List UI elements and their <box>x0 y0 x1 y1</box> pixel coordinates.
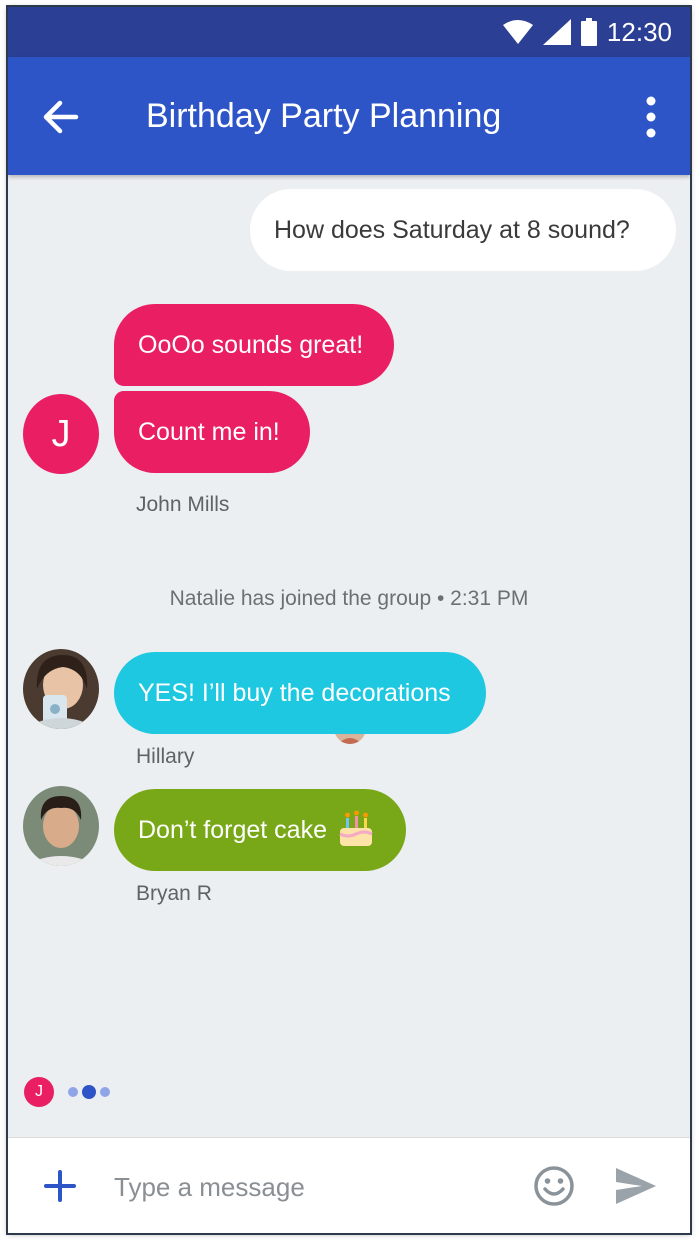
sender-name-hillary: Hillary <box>136 745 195 768</box>
typing-dot <box>68 1087 78 1097</box>
message-text: How does Saturday at 8 sound? <box>274 215 630 244</box>
message-bubble-john-2[interactable]: Count me in! <box>114 391 310 473</box>
message-bubble-outgoing[interactable]: How does Saturday at 8 sound? <box>250 189 676 271</box>
add-icon[interactable] <box>42 1168 78 1204</box>
message-bubble-hillary[interactable]: YES! I’ll buy the decorations <box>114 652 486 734</box>
message-list[interactable]: How does Saturday at 8 sound? OoOo sound… <box>8 175 690 1135</box>
emoji-icon[interactable] <box>532 1164 576 1208</box>
message-text: Don’t forget cake <box>138 815 327 844</box>
message-bubble-john-1[interactable]: OoOo sounds great! <box>114 304 394 386</box>
typing-dot <box>100 1087 110 1097</box>
typing-dot <box>82 1085 96 1099</box>
message-bubble-bryan[interactable]: Don’t forget cake <box>114 789 406 871</box>
system-message: Natalie has joined the group • 2:31 PM <box>169 587 529 610</box>
compose-bar <box>8 1137 690 1233</box>
message-text: YES! I’ll buy the decorations <box>138 678 451 707</box>
status-bar: 12:30 <box>8 7 690 57</box>
battery-icon <box>580 18 597 46</box>
back-arrow-icon[interactable] <box>36 93 84 141</box>
sender-name-john: John Mills <box>136 493 230 516</box>
typing-indicator <box>68 1085 110 1099</box>
wifi-icon <box>502 20 533 44</box>
avatar-hillary[interactable] <box>23 649 99 729</box>
birthday-cake-icon <box>339 810 373 846</box>
avatar-initial: J <box>51 412 71 455</box>
sender-name-bryan: Bryan R <box>136 882 212 905</box>
send-icon[interactable] <box>614 1166 658 1206</box>
more-vert-icon[interactable] <box>634 93 668 141</box>
status-icons: 12:30 <box>502 16 672 47</box>
message-text: OoOo sounds great! <box>138 330 364 359</box>
app-bar: Birthday Party Planning <box>8 57 690 175</box>
hillary-photo-icon <box>23 649 99 729</box>
avatar-bryan[interactable] <box>23 786 99 866</box>
avatar-john-mills[interactable]: J <box>23 394 99 474</box>
typing-avatar-initial: J <box>35 1083 43 1100</box>
signal-icon <box>542 19 571 45</box>
phone-screen: 12:30 Birthday Party Planning How does S… <box>8 7 690 1233</box>
conversation-title: Birthday Party Planning <box>146 97 502 135</box>
bryan-photo-icon <box>23 786 99 866</box>
typing-avatar: J <box>24 1077 54 1107</box>
message-input[interactable] <box>112 1162 516 1212</box>
message-text: Count me in! <box>138 417 280 446</box>
status-time: 12:30 <box>606 16 672 47</box>
